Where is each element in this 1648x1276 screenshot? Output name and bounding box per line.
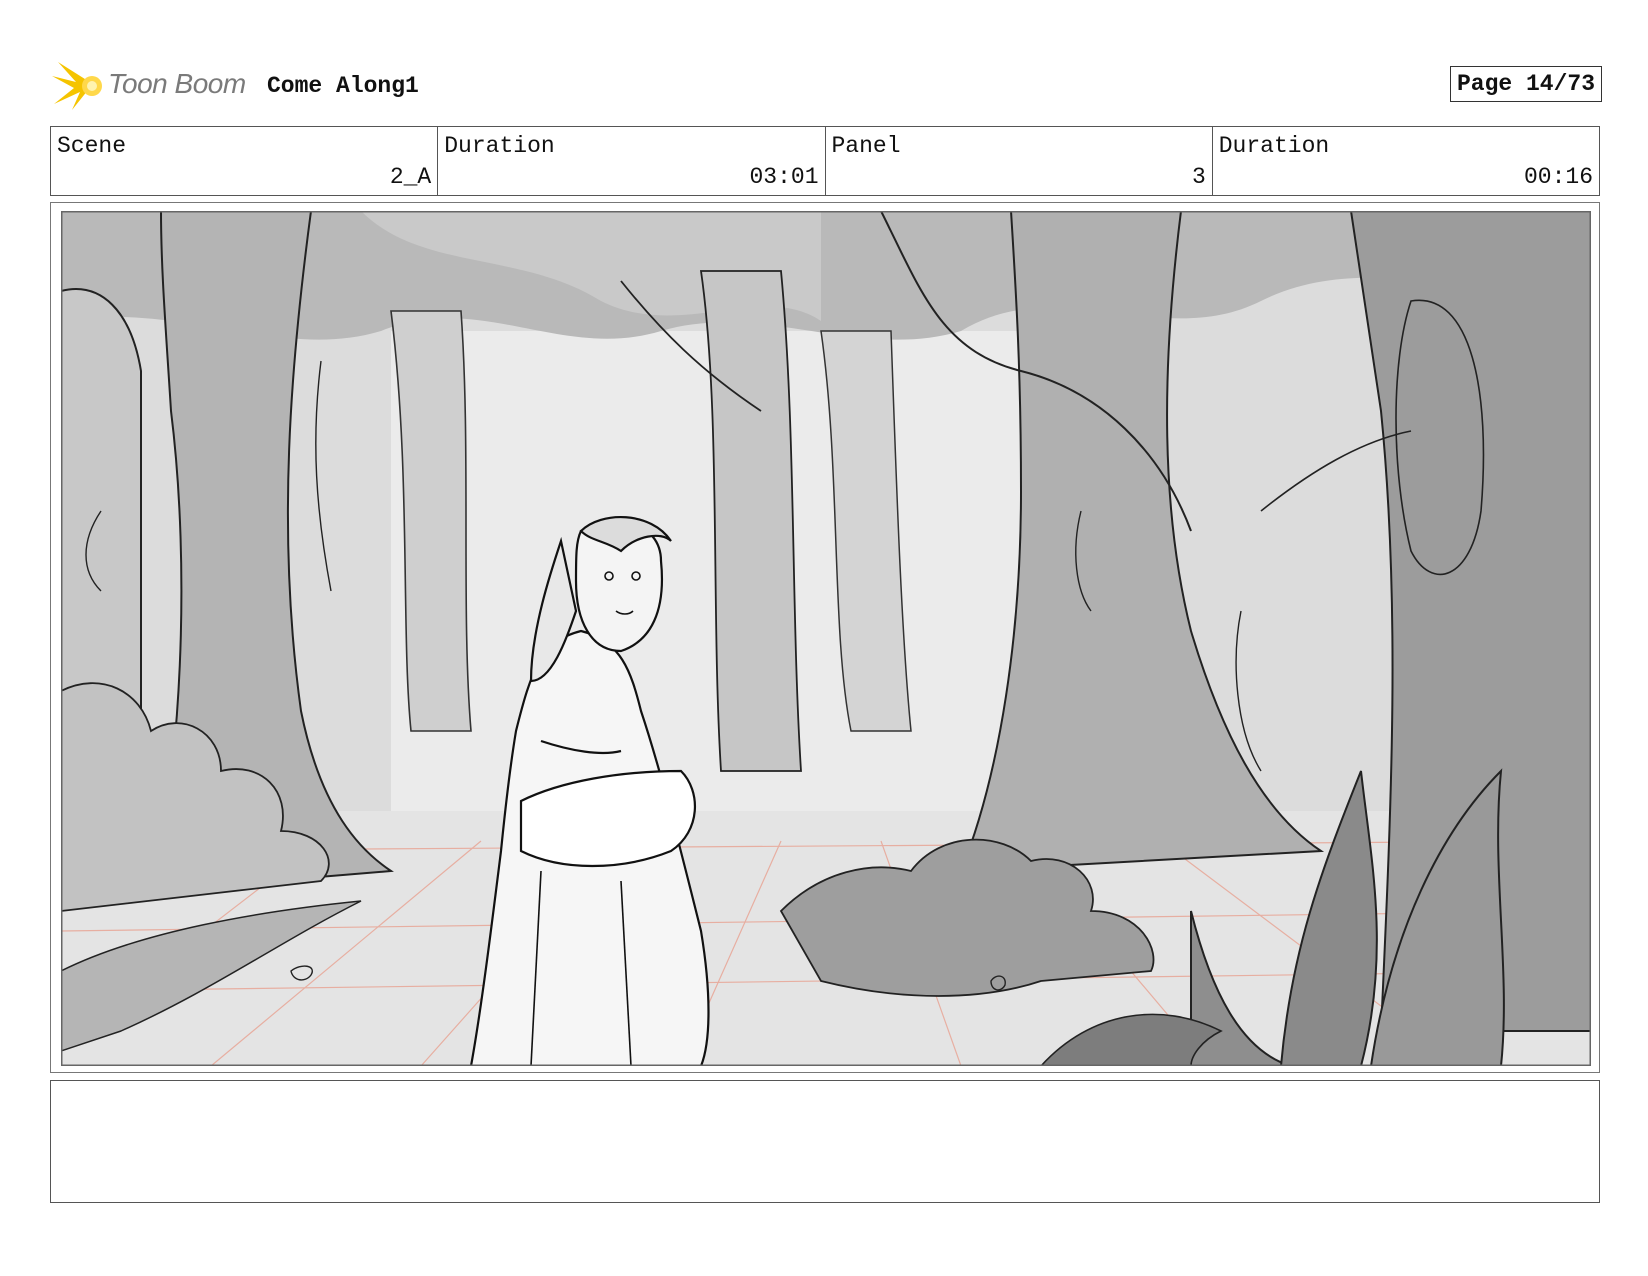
scene-duration-value: 03:01 bbox=[749, 164, 819, 190]
toon-boom-logo: Toon Boom bbox=[52, 58, 252, 114]
page-indicator: Page 14/73 bbox=[1449, 66, 1602, 102]
panel-cell: Panel 3 bbox=[826, 127, 1213, 195]
scene-duration-label: Duration bbox=[444, 133, 555, 159]
panel-duration-label: Duration bbox=[1218, 133, 1330, 159]
panel-notes-box bbox=[50, 1080, 1600, 1203]
panel-duration-value: 00:16 bbox=[1523, 164, 1593, 190]
starburst-icon bbox=[52, 62, 102, 110]
scene-label: Scene bbox=[57, 133, 127, 159]
logo-wordmark: Toon Boom bbox=[108, 68, 246, 99]
scene-cell: Scene 2_A bbox=[51, 127, 439, 195]
scene-duration-cell: Duration 03:01 bbox=[438, 127, 826, 195]
panel-label: Panel bbox=[831, 133, 901, 159]
panel-info-row: Scene 2_A Duration 03:01 Panel 3 Duratio… bbox=[50, 126, 1600, 196]
project-title: Come Along1 bbox=[267, 73, 419, 99]
storyboard-panel bbox=[50, 202, 1600, 1073]
panel-value: 3 bbox=[1191, 164, 1206, 190]
panel-duration-cell: Duration 00:16 bbox=[1213, 127, 1599, 195]
scene-value: 2_A bbox=[389, 164, 432, 190]
forest-sketch-image bbox=[61, 211, 1591, 1066]
page-header: Toon Boom Come Along1 Page 14/73 bbox=[52, 58, 1602, 114]
